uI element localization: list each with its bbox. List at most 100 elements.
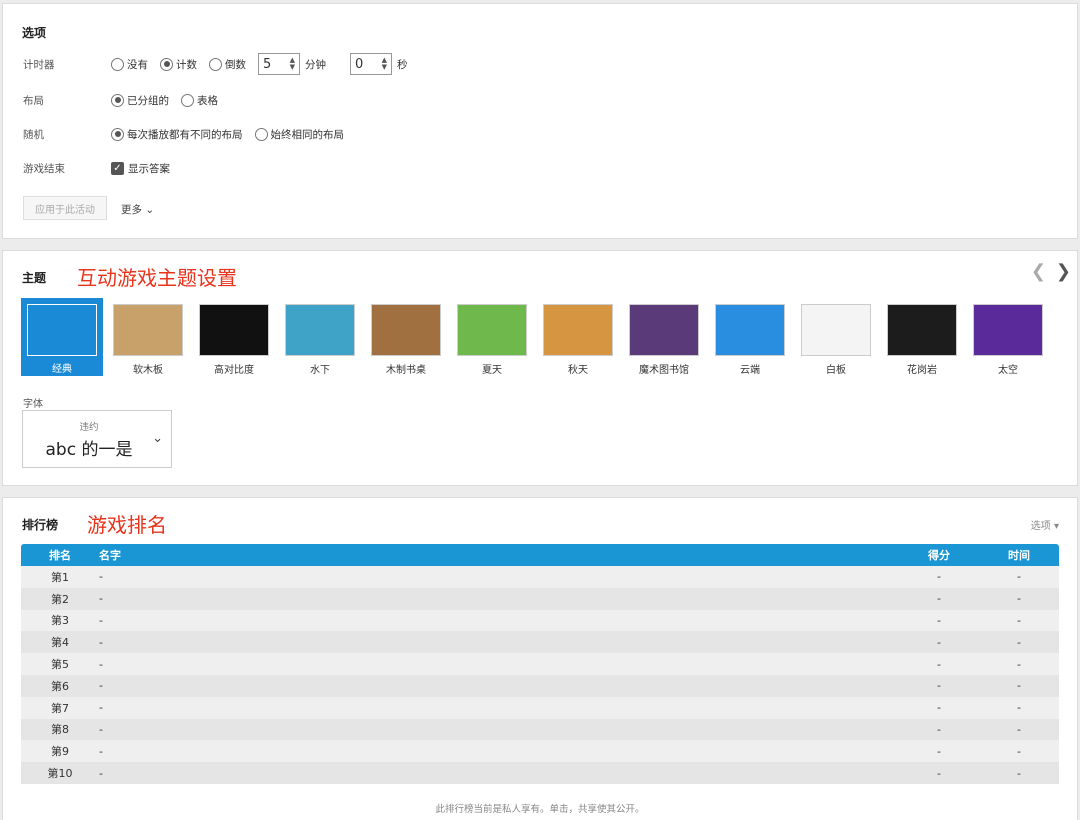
cell-name: - xyxy=(99,701,103,715)
layout-label: 布局 xyxy=(23,94,44,107)
cell-score: - xyxy=(937,766,941,780)
radio-icon[interactable] xyxy=(111,57,124,71)
layout-row: 布局 已分组的 表格 xyxy=(23,90,230,110)
theme-tile[interactable]: 太空 xyxy=(967,298,1049,376)
radio-selected-icon[interactable] xyxy=(160,57,173,71)
table-row: 第6 - - - xyxy=(21,674,1059,697)
more-button[interactable]: 更多 ⌄ xyxy=(121,202,154,217)
theme-tile[interactable]: 水下 xyxy=(279,298,361,376)
leaderboard-footnote[interactable]: 此排行榜当前是私人享有。单击，共享使其公开。 xyxy=(3,801,1077,815)
cell-time: - xyxy=(1017,570,1021,584)
cell-score: - xyxy=(937,744,941,758)
theme-tile-label: 夏天 xyxy=(482,365,502,376)
timer-option-countdown[interactable]: 倒数 xyxy=(209,57,246,72)
seconds-stepper[interactable]: 0 ▲ ▼ xyxy=(350,53,392,75)
layout-option-grouped[interactable]: 已分组的 xyxy=(111,93,169,108)
random-option-same[interactable]: 始终相同的布局 xyxy=(254,127,344,142)
radio-icon[interactable] xyxy=(181,93,194,107)
table-row: 第3 - - - xyxy=(21,609,1059,632)
summer-theme-icon xyxy=(457,304,527,356)
timer-label: 计时器 xyxy=(23,58,55,71)
cell-score: - xyxy=(937,722,941,736)
cell-rank: 第9 xyxy=(51,745,69,759)
cell-time: - xyxy=(1017,613,1021,627)
random-option-different[interactable]: 每次播放都有不同的布局 xyxy=(111,127,243,142)
font-name: 违约 xyxy=(79,422,99,433)
theme-tile[interactable]: 魔术图书馆 xyxy=(623,298,705,376)
cell-rank: 第8 xyxy=(51,723,69,737)
theme-tile-label: 木制书桌 xyxy=(386,365,426,376)
cell-score: - xyxy=(937,701,941,715)
theme-tile[interactable]: 白板 xyxy=(795,298,877,376)
radio-selected-icon[interactable] xyxy=(111,93,124,107)
cell-name: - xyxy=(99,722,103,736)
font-label: 字体 xyxy=(23,399,43,410)
cell-name: - xyxy=(99,657,103,671)
leaderboard-table: 排名 名字 得分 时间 第1 - - - 第2 - - - 第3 - - - 第4 - - - 第5 - - - 第6 -… xyxy=(21,544,1059,784)
cell-time: - xyxy=(1017,701,1021,715)
radio-icon[interactable] xyxy=(254,127,268,141)
radio-selected-icon[interactable] xyxy=(111,127,124,141)
space-theme-icon xyxy=(973,304,1043,356)
random-row: 随机 每次播放都有不同的布局 始终相同的布局 xyxy=(23,124,356,144)
theme-tile[interactable]: 花岗岩 xyxy=(881,298,963,376)
leaderboard-panel: 排行榜 游戏排名 选项 ▾ 排名 名字 得分 时间 第1 - - - 第2 - - - 第3 - -… xyxy=(2,497,1078,820)
timer-row: 计时器 没有 计数 倒数 5 ▲ ▼ 分钟 0 ▲ ▼ 秒 xyxy=(23,53,432,75)
table-row: 第5 - - - xyxy=(21,653,1059,675)
cell-name: - xyxy=(99,635,103,649)
header-rank: 排名 xyxy=(49,549,71,562)
theme-tile[interactable]: 秋天 xyxy=(537,298,619,376)
table-row: 第8 - - - xyxy=(21,718,1059,741)
cell-score: - xyxy=(937,592,941,606)
cell-score: - xyxy=(937,613,941,627)
theme-panel: 主题 互动游戏主题设置 ❮ ❯ 经典 软木板 高对比度 水下木制书桌 夏天 秋天 魔术图书馆云… xyxy=(2,250,1078,486)
chevron-right-icon[interactable]: ❯ xyxy=(1056,261,1071,282)
theme-tile-label: 秋天 xyxy=(568,365,588,376)
font-select[interactable]: 违约 abc 的一是 ⌄ xyxy=(22,410,172,468)
leaderboard-options-dropdown[interactable]: 选项 ▾ xyxy=(1031,517,1059,532)
apply-button[interactable]: 应用于此活动 xyxy=(23,196,107,220)
game-end-label: 游戏结束 xyxy=(23,162,65,175)
cell-rank: 第5 xyxy=(51,658,69,672)
cell-rank: 第3 xyxy=(51,614,69,628)
layout-option-table[interactable]: 表格 xyxy=(181,93,218,108)
theme-tile-label: 白板 xyxy=(826,365,846,376)
theme-tile[interactable]: 软木板 xyxy=(107,298,189,376)
stepper-arrows-icon[interactable]: ▲ ▼ xyxy=(382,57,387,71)
high-contrast-theme-icon xyxy=(199,304,269,356)
stepper-arrows-icon[interactable]: ▲ ▼ xyxy=(290,57,295,71)
options-panel: 选项 计时器 没有 计数 倒数 5 ▲ ▼ 分钟 0 ▲ ▼ 秒 布局 已分组的 表格 … xyxy=(2,3,1078,239)
table-row: 第4 - - - xyxy=(21,631,1059,654)
magic-library-theme-icon xyxy=(629,304,699,356)
cell-rank: 第7 xyxy=(51,701,69,715)
underwater-theme-icon xyxy=(285,304,355,356)
radio-icon[interactable] xyxy=(209,57,222,71)
checkbox-checked-icon[interactable]: ✓ xyxy=(111,161,124,175)
caret-down-icon: ▾ xyxy=(1053,521,1059,532)
table-row: 第2 - - - xyxy=(21,587,1059,610)
timer-option-count[interactable]: 计数 xyxy=(160,57,197,72)
chevron-left-icon[interactable]: ❮ xyxy=(1031,261,1046,282)
header-name: 名字 xyxy=(99,549,121,562)
theme-annotation: 互动游戏主题设置 xyxy=(77,266,237,290)
timer-option-none[interactable]: 没有 xyxy=(111,57,148,72)
cell-rank: 第6 xyxy=(51,679,69,693)
seconds-unit: 秒 xyxy=(397,58,408,71)
theme-title: 主题 xyxy=(22,271,47,285)
cell-rank: 第1 xyxy=(51,570,69,584)
cell-time: - xyxy=(1017,592,1021,606)
theme-tile[interactable]: 夏天 xyxy=(451,298,533,376)
minutes-stepper[interactable]: 5 ▲ ▼ xyxy=(258,53,300,75)
theme-tile[interactable]: 云端 xyxy=(709,298,791,376)
wooden-desk-theme-icon xyxy=(371,304,441,356)
minutes-unit: 分钟 xyxy=(305,58,326,71)
cell-score: - xyxy=(937,657,941,671)
game-end-row: 游戏结束 ✓ 显示答案 xyxy=(23,158,182,178)
theme-tile[interactable]: 经典 xyxy=(21,298,103,376)
cell-name: - xyxy=(99,570,103,584)
show-answers-checkbox[interactable]: ✓ 显示答案 xyxy=(111,161,170,176)
theme-tile[interactable]: 木制书桌 xyxy=(365,298,447,376)
theme-tile[interactable]: 高对比度 xyxy=(193,298,275,376)
chevron-down-icon: ⌄ xyxy=(145,204,155,216)
random-label: 随机 xyxy=(23,128,44,141)
